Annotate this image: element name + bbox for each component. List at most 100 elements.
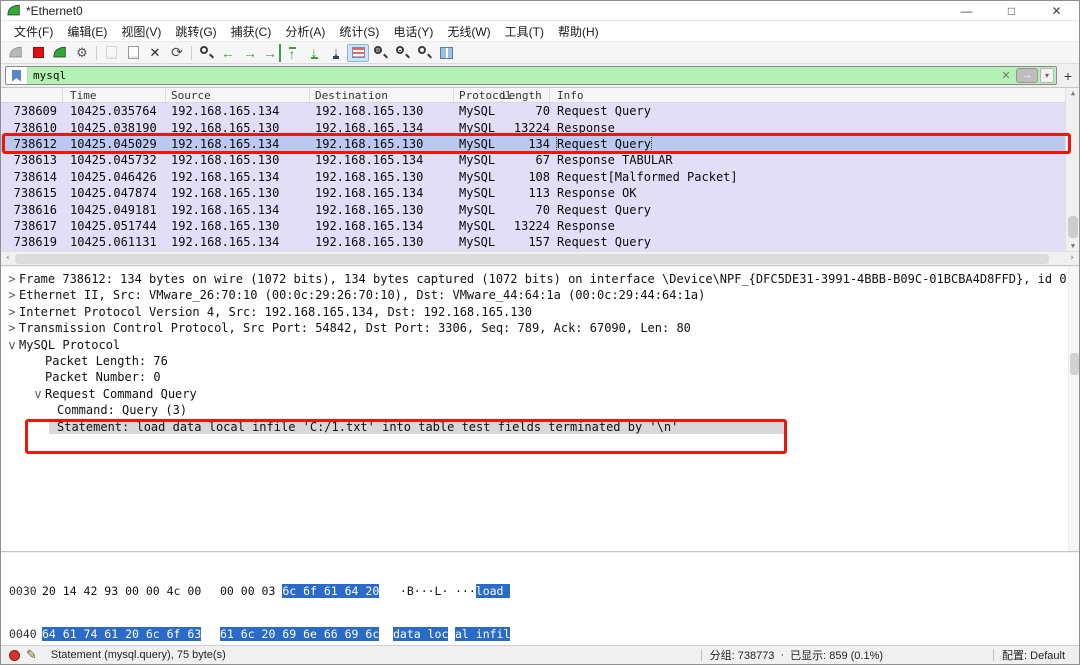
packet-row[interactable]: 738617 10425.051744 192.168.165.130 192.168… bbox=[1, 217, 1079, 235]
zoom-out-icon[interactable]: - bbox=[391, 44, 413, 62]
expander-icon[interactable]: > bbox=[5, 287, 19, 303]
filter-bookmark-button[interactable] bbox=[6, 67, 28, 84]
detail-line-packet-length[interactable]: Packet Length: 76 bbox=[1, 353, 1079, 369]
detail-line-mysql[interactable]: v MySQL Protocol bbox=[1, 337, 1079, 353]
expander-icon[interactable]: > bbox=[5, 271, 19, 287]
wireshark-window: *Ethernet0 — □ ✕ 文件(F) 编辑(E) 视图(V) 跳转(G)… bbox=[0, 0, 1080, 665]
menu-edit[interactable]: 编辑(E) bbox=[60, 21, 114, 42]
column-no[interactable] bbox=[1, 88, 63, 102]
maximize-button[interactable]: □ bbox=[989, 1, 1034, 21]
column-length[interactable]: Length bbox=[502, 88, 550, 102]
menu-analyze[interactable]: 分析(A) bbox=[278, 21, 332, 42]
scroll-up-icon[interactable]: ▲ bbox=[1066, 89, 1079, 97]
scrollbar-thumb[interactable] bbox=[15, 254, 1049, 264]
filter-clear-icon[interactable]: ✕ bbox=[998, 69, 1014, 82]
menu-view[interactable]: 视图(V) bbox=[114, 21, 168, 42]
packet-no: 738612 bbox=[13, 136, 57, 151]
expander-icon[interactable]: v bbox=[31, 386, 45, 402]
packet-source: 192.168.165.130 bbox=[171, 120, 280, 135]
display-filter-field[interactable]: ✕ → ▾ bbox=[5, 66, 1057, 85]
zoom-in-icon[interactable]: + bbox=[369, 44, 391, 62]
packet-row[interactable]: 738609 10425.035764 192.168.165.134 192.168… bbox=[1, 103, 1079, 120]
packet-list-horizontal-scrollbar[interactable]: ‹ › bbox=[1, 251, 1079, 265]
go-to-packet-icon[interactable]: → bbox=[261, 43, 281, 62]
colorize-packets-icon[interactable] bbox=[347, 43, 369, 62]
open-file-icon[interactable] bbox=[100, 44, 122, 62]
column-protocol[interactable]: Protocol bbox=[454, 88, 512, 102]
auto-scroll-icon[interactable]: ↓ bbox=[325, 44, 347, 62]
save-file-icon[interactable] bbox=[122, 44, 144, 62]
menu-capture[interactable]: 捕获(C) bbox=[224, 21, 279, 42]
close-button[interactable]: ✕ bbox=[1034, 1, 1079, 21]
filter-apply-icon[interactable]: → bbox=[1016, 68, 1038, 83]
column-destination[interactable]: Destination bbox=[310, 88, 454, 102]
status-displayed-count: 已显示: 859 (0.1%) bbox=[790, 650, 884, 662]
packet-destination: 192.168.165.130 bbox=[315, 136, 424, 151]
start-capture-icon[interactable] bbox=[5, 44, 27, 62]
find-packet-icon[interactable] bbox=[195, 44, 217, 62]
menu-telephony[interactable]: 电话(Y) bbox=[386, 21, 440, 42]
hex-bytes-selected: 6c 6f 61 64 20 bbox=[282, 584, 380, 598]
expert-info-icon[interactable] bbox=[9, 649, 20, 661]
status-profile[interactable]: 配置: Default bbox=[1002, 647, 1065, 663]
menu-help[interactable]: 帮助(H) bbox=[551, 21, 606, 42]
packet-row-selected[interactable]: 738612 10425.045029 192.168.165.134 192.168… bbox=[1, 135, 1079, 153]
detail-line-ethernet[interactable]: > Ethernet II, Src: VMware_26:70:10 (00:0… bbox=[1, 287, 1079, 303]
packet-source: 192.168.165.134 bbox=[171, 202, 280, 217]
add-filter-button[interactable]: + bbox=[1061, 68, 1075, 84]
go-forward-icon[interactable]: → bbox=[239, 44, 261, 62]
detail-line-statement-selected[interactable]: Statement: load data local infile 'C:/1.… bbox=[1, 419, 1079, 435]
packet-list-vertical-scrollbar[interactable]: ▲ ▼ bbox=[1065, 88, 1079, 251]
stop-capture-icon[interactable] bbox=[27, 44, 49, 62]
capture-options-icon[interactable]: ⚙ bbox=[71, 44, 93, 62]
expander-icon[interactable]: > bbox=[5, 304, 19, 320]
packet-destination: 192.168.165.130 bbox=[315, 235, 424, 250]
column-time[interactable]: Time bbox=[63, 88, 166, 102]
expander-icon[interactable]: > bbox=[5, 320, 19, 336]
packet-list-header: Time Source Destination Protocol Length … bbox=[1, 88, 1079, 103]
filter-dropdown-icon[interactable]: ▾ bbox=[1040, 68, 1054, 83]
detail-line-tcp[interactable]: > Transmission Control Protocol, Src Port… bbox=[1, 320, 1079, 336]
scroll-down-icon[interactable]: ▼ bbox=[1066, 242, 1079, 250]
detail-line-command[interactable]: Command: Query (3) bbox=[1, 402, 1079, 418]
go-first-packet-icon[interactable]: ↑ bbox=[281, 44, 303, 62]
hex-row[interactable]: 0040 64 61 74 61 20 6c 6f 63 61 6c 20 69 6… bbox=[9, 627, 1079, 642]
menu-tools[interactable]: 工具(T) bbox=[498, 21, 551, 42]
scrollbar-thumb[interactable] bbox=[1068, 216, 1078, 238]
close-file-icon[interactable]: ✕ bbox=[144, 44, 166, 62]
detail-line-request-command[interactable]: v Request Command Query bbox=[1, 386, 1079, 402]
column-source[interactable]: Source bbox=[166, 88, 310, 102]
packet-info: Request[Malformed Packet] bbox=[557, 169, 738, 184]
packet-destination: 192.168.165.134 bbox=[315, 186, 424, 201]
scroll-left-icon[interactable]: ‹ bbox=[1, 252, 15, 266]
menu-statistics[interactable]: 统计(S) bbox=[332, 21, 386, 42]
restart-capture-icon[interactable] bbox=[49, 44, 71, 62]
details-vertical-scrollbar[interactable] bbox=[1068, 267, 1079, 551]
menu-go[interactable]: 跳转(G) bbox=[168, 21, 223, 42]
menu-wireless[interactable]: 无线(W) bbox=[440, 21, 497, 42]
packet-row[interactable]: 738619 10425.061131 192.168.165.134 192.168… bbox=[1, 234, 1079, 251]
expander-icon[interactable]: v bbox=[5, 337, 19, 353]
column-info[interactable]: Info bbox=[550, 88, 1079, 102]
resize-columns-icon[interactable] bbox=[435, 44, 457, 62]
reload-file-icon[interactable]: ⟳ bbox=[166, 44, 188, 62]
scrollbar-thumb[interactable] bbox=[1070, 353, 1079, 375]
packet-row[interactable]: 738615 10425.047874 192.168.165.130 192.168… bbox=[1, 184, 1079, 202]
detail-line-packet-number[interactable]: Packet Number: 0 bbox=[1, 369, 1079, 385]
capture-comment-icon[interactable]: ✎ bbox=[26, 647, 37, 663]
ascii-text: ··· bbox=[455, 584, 476, 598]
detail-line-frame[interactable]: > Frame 738612: 134 bytes on wire (1072 b… bbox=[1, 271, 1079, 287]
menu-file[interactable]: 文件(F) bbox=[7, 21, 60, 42]
go-last-packet-icon[interactable]: ↓ bbox=[303, 44, 325, 62]
display-filter-input[interactable] bbox=[28, 68, 998, 83]
minimize-button[interactable]: — bbox=[944, 1, 989, 21]
packet-row[interactable]: 738614 10425.046426 192.168.165.134 192.168… bbox=[1, 168, 1079, 185]
go-back-icon[interactable]: ← bbox=[217, 44, 239, 62]
packet-row[interactable]: 738616 10425.049181 192.168.165.134 192.168… bbox=[1, 201, 1079, 218]
packet-row[interactable]: 738610 10425.038190 192.168.165.130 192.168… bbox=[1, 119, 1079, 136]
hex-row[interactable]: 0030 20 14 42 93 00 00 4c 00 00 00 03 6c 6… bbox=[9, 584, 1079, 599]
detail-line-ip[interactable]: > Internet Protocol Version 4, Src: 192.1… bbox=[1, 304, 1079, 320]
zoom-normal-icon[interactable] bbox=[413, 44, 435, 62]
packet-row[interactable]: 738613 10425.045732 192.168.165.130 192.168… bbox=[1, 152, 1079, 169]
scroll-right-icon[interactable]: › bbox=[1065, 252, 1079, 266]
